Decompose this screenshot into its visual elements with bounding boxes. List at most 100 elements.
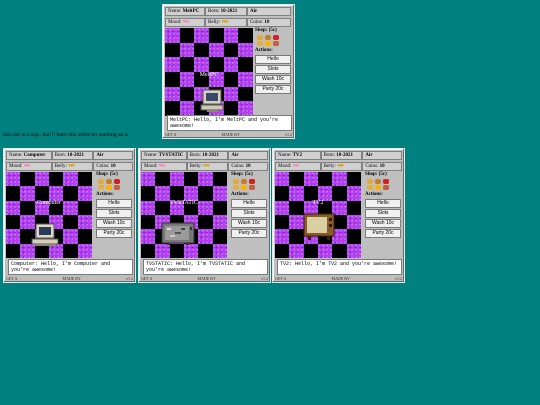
belly-meter: ♥♥♥ [221, 20, 228, 25]
pet-header: Name: MeltPC Born: 10-2021 Air [165, 7, 292, 16]
bread-icon[interactable] [241, 179, 247, 184]
pie-icon[interactable] [273, 41, 279, 46]
pet-name-overlay: Computer [37, 200, 61, 206]
pet-type: Air [231, 153, 239, 158]
coins-count: 10 [379, 164, 385, 169]
pet-type: Air [365, 153, 373, 158]
hello-button[interactable]: Hello [255, 55, 291, 64]
burger-icon[interactable] [233, 179, 239, 184]
tv-pet-sprite[interactable] [303, 212, 335, 247]
mood-hearts: ♥♥♥ [158, 164, 166, 169]
get-a-link[interactable]: GET A [165, 132, 176, 137]
made-by-link[interactable]: MADE BY [63, 276, 81, 281]
slots-button[interactable]: Slots [231, 209, 267, 218]
name-label: Name: [9, 153, 23, 158]
taco-icon[interactable] [367, 185, 373, 190]
belly-label: Belly: [208, 20, 221, 25]
cake-icon[interactable] [241, 185, 247, 190]
burger-icon[interactable] [257, 35, 263, 40]
actions-label: Actions: [96, 192, 114, 197]
wip-notice: this site is a wip.. but!!! have this wh… [3, 132, 128, 138]
belly-meter: ♥♥♥ [68, 164, 75, 169]
pet-body: TVSTATIC Shop: (5c) Actions: Hello Slots… [141, 172, 268, 264]
pet-stats: Mood: ♥♥♥ Belly: ♥♥♥ Coins: 10 [6, 162, 133, 171]
pet-name-overlay: TV2 [312, 200, 324, 206]
pet-sidebar: Shop: (5c) Actions: Hello Slots Wash 10c… [365, 172, 401, 239]
wash-button[interactable]: Wash 10c [96, 219, 132, 228]
soda-icon[interactable] [383, 179, 389, 184]
actions-label: Actions: [365, 192, 383, 197]
pet-stats: Mood: ♥♥♥ Belly: ♥♥♥ Coins: 10 [275, 162, 402, 171]
hello-button[interactable]: Hello [96, 199, 132, 208]
taco-icon[interactable] [257, 41, 263, 46]
wash-button[interactable]: Wash 10c [231, 219, 267, 228]
shop-label: Shop: (5c) [365, 172, 387, 177]
party-button[interactable]: Party 20c [231, 229, 267, 238]
bread-icon[interactable] [106, 179, 112, 184]
taco-icon[interactable] [98, 185, 104, 190]
pet-body: TV2 Shop: (5c) Actions: Hello Slots Wash… [275, 172, 402, 264]
belly-meter: ♥♥♥ [337, 164, 344, 169]
pet-message: Computer: Hello, I'm Computer and you're… [8, 259, 133, 275]
made-by-link[interactable]: MADE BY [222, 132, 240, 137]
name-label: Name: [144, 153, 158, 158]
party-button[interactable]: Party 20c [255, 85, 291, 94]
pie-icon[interactable] [114, 185, 120, 190]
get-a-link[interactable]: GET A [6, 276, 17, 281]
cake-icon[interactable] [265, 41, 271, 46]
version-label: v1.2 [395, 276, 402, 281]
pet-widget-tv2: Name: TV2 Born: 10-2021 Air Mood: ♥♥♥ Be… [272, 148, 405, 283]
pet-name-overlay: TVSTATIC [170, 200, 198, 206]
burger-icon[interactable] [367, 179, 373, 184]
belly-label: Belly: [54, 164, 67, 169]
pet-header: Name: Computer Born: 10-2021 Air [6, 151, 133, 160]
party-button[interactable]: Party 20c [96, 229, 132, 238]
actions-label: Actions: [255, 48, 273, 53]
taco-icon[interactable] [233, 185, 239, 190]
pet-message: TVSTATIC: Hello, I'm TVSTATIC and you're… [143, 259, 268, 275]
soda-icon[interactable] [114, 179, 120, 184]
soda-icon[interactable] [249, 179, 255, 184]
slots-button[interactable]: Slots [365, 209, 401, 218]
cake-icon[interactable] [106, 185, 112, 190]
soda-icon[interactable] [273, 35, 279, 40]
coins-count: 10 [264, 20, 270, 25]
shop-label: Shop: (5c) [255, 28, 277, 33]
get-a-link[interactable]: GET A [275, 276, 286, 281]
version-label: v1.2 [126, 276, 133, 281]
pet-name: MeltPC [182, 9, 200, 14]
shop-items [367, 179, 393, 190]
tv-static-pet-sprite[interactable] [161, 222, 195, 251]
slots-button[interactable]: Slots [96, 209, 132, 218]
pie-icon[interactable] [249, 185, 255, 190]
born-date: 10-2021 [220, 9, 238, 14]
pet-type: Air [250, 9, 258, 14]
pet-sidebar: Shop: (5c) Actions: Hello Slots Wash 10c… [231, 172, 267, 239]
burger-icon[interactable] [98, 179, 104, 184]
pet-message: MeltPC: Hello, I'm MeltPC and you're awe… [167, 115, 292, 131]
computer-pet-sprite[interactable] [30, 222, 60, 253]
pet-footer: GET A MADE BY v1.2 [275, 276, 402, 281]
party-button[interactable]: Party 20c [365, 229, 401, 238]
wash-button[interactable]: Wash 10c [365, 219, 401, 228]
shop-label: Shop: (5c) [96, 172, 118, 177]
pet-message: TV2: Hello, I'm TV2 and you're awesome! [277, 259, 402, 275]
get-a-link[interactable]: GET A [141, 276, 152, 281]
made-by-link[interactable]: MADE BY [198, 276, 216, 281]
born-date: 10-2021 [336, 153, 353, 158]
hello-button[interactable]: Hello [365, 199, 401, 208]
cake-icon[interactable] [375, 185, 381, 190]
pet-body: MeltPC Shop: (5c) Actions: Hello Slots W… [165, 28, 292, 120]
wash-button[interactable]: Wash 10c [255, 75, 291, 84]
born-label: Born: [189, 153, 202, 158]
made-by-link[interactable]: MADE BY [332, 276, 350, 281]
bread-icon[interactable] [375, 179, 381, 184]
mood-label: Mood: [9, 164, 23, 169]
belly-meter: ♥♥♥ [203, 164, 210, 169]
slots-button[interactable]: Slots [255, 65, 291, 74]
bread-icon[interactable] [265, 35, 271, 40]
hello-button[interactable]: Hello [231, 199, 267, 208]
pet-widget-meltpc: Name: MeltPC Born: 10-2021 Air Mood: ♥♥♥… [162, 4, 295, 139]
pie-icon[interactable] [383, 185, 389, 190]
shop-items [233, 179, 259, 190]
